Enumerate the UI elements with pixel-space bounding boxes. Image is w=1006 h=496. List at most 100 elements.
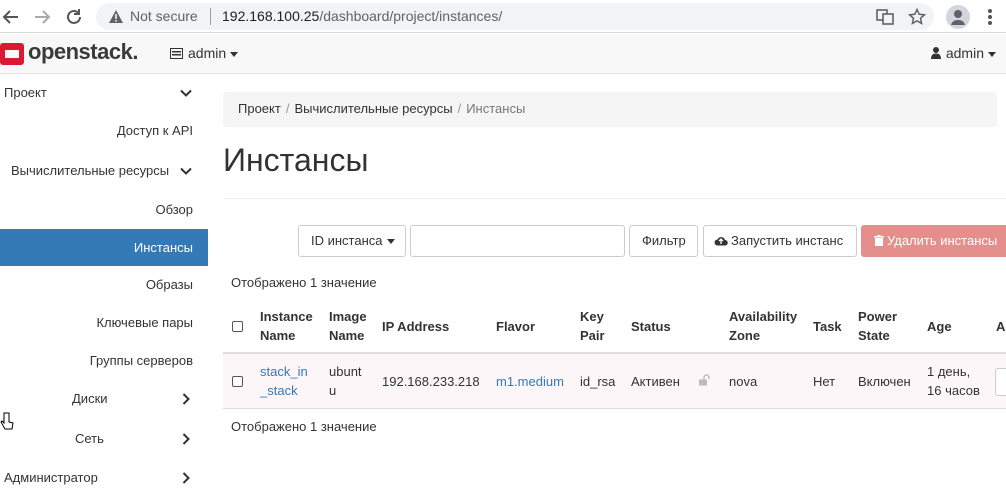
browser-menu-icon[interactable]: [980, 6, 1000, 28]
instance-name-link[interactable]: stack_in _stack: [260, 362, 308, 400]
image-name-cell: ubunt u: [329, 362, 362, 400]
cell-line: 1 день,: [927, 364, 971, 379]
column-header-availability-zone[interactable]: Availability Zone: [729, 307, 797, 345]
caret-down-icon: [988, 51, 996, 57]
table-row-divider: [223, 408, 1006, 409]
profile-avatar-icon[interactable]: [946, 5, 970, 29]
address-bar[interactable]: Not secure 192.168.100.25/dashboard/proj…: [96, 3, 934, 30]
row-actions-button[interactable]: [995, 368, 1006, 396]
back-icon[interactable]: [0, 6, 22, 28]
filter-button[interactable]: Фильтр: [629, 225, 698, 257]
launch-instance-button[interactable]: Запустить инстанс: [703, 225, 857, 257]
project-icon: [170, 48, 183, 59]
column-header-image-name[interactable]: Image Name: [329, 307, 367, 345]
filter-field-label: ID инстанса: [311, 233, 383, 248]
sidebar-item-label: Администратор: [4, 470, 98, 485]
filter-input[interactable]: [410, 225, 625, 257]
translate-icon[interactable]: [876, 8, 894, 26]
chevron-right-icon: [182, 472, 190, 484]
power-state-cell: Включен: [858, 374, 911, 389]
sidebar-item-project[interactable]: Проект: [0, 74, 208, 111]
chevron-right-icon: [182, 393, 190, 405]
breadcrumb-item-compute[interactable]: Вычислительные ресурсы: [294, 101, 452, 116]
column-header-task[interactable]: Task: [813, 317, 842, 336]
column-header-line: Image: [329, 309, 367, 324]
cell-line: 16 часов: [927, 383, 980, 398]
bookmark-star-icon[interactable]: [908, 8, 926, 26]
delete-instances-button[interactable]: Удалить инстансы: [861, 225, 1006, 257]
cell-line: _stack: [260, 383, 298, 398]
caret-down-icon: [230, 51, 239, 57]
column-header-line: Zone: [729, 328, 761, 343]
breadcrumb-separator: /: [457, 101, 462, 116]
items-count-bottom: Отображено 1 значение: [231, 419, 377, 434]
project-name: admin: [188, 45, 227, 61]
hand-cursor-icon: [0, 412, 14, 430]
column-header-instance-name[interactable]: Instance Name: [260, 307, 313, 345]
column-header-line: Name: [260, 328, 296, 343]
sidebar-item-label: Инстансы: [133, 240, 193, 255]
caret-down-icon: [386, 239, 395, 245]
status-cell: Активен: [631, 374, 680, 389]
column-header-actions: Ac: [996, 319, 1006, 334]
breadcrumb-item-project[interactable]: Проект: [238, 101, 281, 116]
breadcrumb: Проект / Вычислительные ресурсы / Инстансы: [223, 92, 997, 127]
column-header-line: State: [858, 328, 890, 343]
row-select-checkbox[interactable]: [232, 376, 243, 387]
sidebar-item-instances[interactable]: Инстансы: [0, 229, 208, 266]
items-count-top: Отображено 1 значение: [231, 275, 377, 290]
column-header-line: Power: [858, 309, 898, 324]
user-menu[interactable]: admin: [930, 45, 996, 61]
delete-instances-label: Удалить инстансы: [887, 233, 998, 248]
url-path: /dashboard/project/instances/: [319, 8, 503, 24]
task-cell: Нет: [813, 374, 836, 389]
openstack-logo-mark: [0, 43, 24, 65]
sidebar-item-server-groups[interactable]: Группы серверов: [0, 342, 208, 379]
cell-line: ubunt: [329, 364, 362, 379]
sidebar-item-key-pairs[interactable]: Ключевые пары: [0, 304, 208, 341]
sidebar-item-label: Сеть: [75, 431, 104, 446]
column-header-power-state[interactable]: Power State: [858, 307, 897, 345]
title-divider: [223, 198, 1006, 199]
sidebar-item-label: Обзор: [155, 202, 193, 217]
sidebar-item-images[interactable]: Образы: [0, 266, 208, 303]
column-header-key-pair[interactable]: Key Pair: [580, 307, 605, 345]
availability-zone-cell: nova: [729, 374, 758, 389]
reload-icon[interactable]: [63, 6, 85, 28]
warning-icon[interactable]: [108, 9, 124, 25]
not-secure-label: Not secure: [130, 8, 198, 24]
url-divider: [210, 8, 211, 25]
sidebar-item-volumes[interactable]: Диски: [0, 380, 208, 417]
user-name: admin: [945, 45, 984, 61]
launch-instance-label: Запустить инстанс: [731, 233, 844, 248]
url-host: 192.168.100.25: [222, 8, 320, 24]
sidebar-item-compute[interactable]: Вычислительные ресурсы: [0, 152, 208, 189]
sidebar-item-overview[interactable]: Обзор: [0, 191, 208, 228]
filter-field-dropdown[interactable]: ID инстанса: [298, 225, 406, 257]
sidebar-item-admin[interactable]: Администратор: [0, 459, 208, 496]
forward-icon[interactable]: [31, 6, 53, 28]
select-all-checkbox[interactable]: [232, 321, 243, 332]
column-header-line: Availability: [729, 309, 798, 324]
sidebar-item-label: Диски: [72, 391, 108, 406]
chevron-down-icon: [180, 89, 192, 97]
column-header-ip-address[interactable]: IP Address: [382, 317, 449, 336]
age-cell: 1 день, 16 часов: [927, 362, 980, 400]
cell-line: stack_in: [260, 364, 308, 379]
unlocked-icon: [699, 374, 710, 386]
breadcrumb-item-instances: Инстансы: [466, 101, 526, 116]
column-header-line: Instance: [260, 309, 313, 324]
flavor-link[interactable]: m1.medium: [496, 372, 564, 391]
sidebar-item-api-access[interactable]: Доступ к API: [0, 112, 208, 149]
key-pair-cell: id_rsa: [580, 374, 616, 389]
sidebar-item-label: Ключевые пары: [96, 315, 193, 330]
column-header-line: Name: [329, 328, 365, 343]
sidebar-item-label: Группы серверов: [89, 353, 193, 368]
openstack-logo-text: openstack.: [28, 39, 138, 64]
project-switcher[interactable]: admin: [170, 45, 239, 61]
column-header-flavor[interactable]: Flavor: [496, 317, 535, 336]
column-header-status[interactable]: Status: [631, 317, 671, 336]
column-header-age[interactable]: Age: [927, 317, 952, 336]
cell-line: u: [329, 383, 337, 398]
sidebar-item-network[interactable]: Сеть: [0, 420, 208, 457]
